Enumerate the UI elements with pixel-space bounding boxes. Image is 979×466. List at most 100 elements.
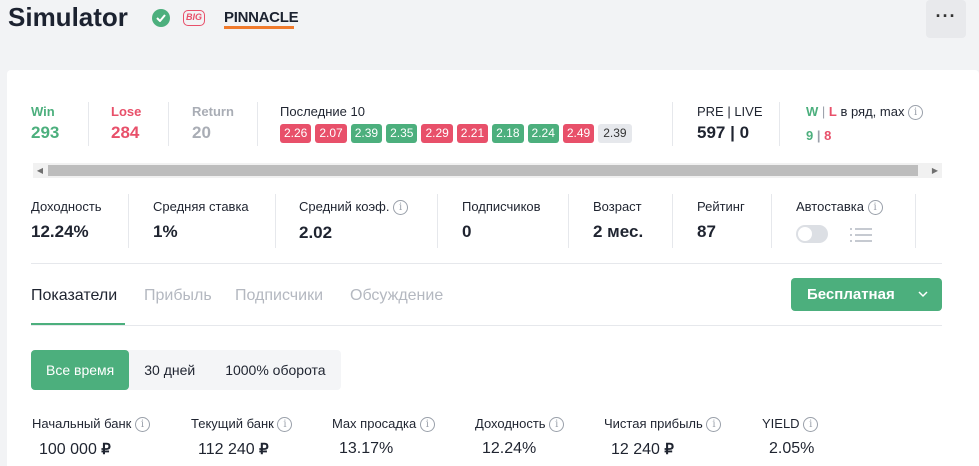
last-bet-chip[interactable]: 2.39 [350, 124, 383, 143]
autobet-toggle[interactable] [796, 225, 828, 243]
info-icon[interactable]: i [549, 417, 565, 433]
divider [771, 194, 772, 248]
last-bet-chip[interactable]: 2.24 [527, 124, 559, 143]
last-bet-chip[interactable]: 2.26 [280, 124, 312, 143]
last-bet-chip[interactable]: 2.18 [492, 124, 524, 143]
section-divider [31, 263, 942, 264]
last-bet-chip[interactable]: 2.21 [456, 124, 489, 143]
net-profit-stat: Чистая прибыль i 12 240 ₽ [604, 416, 722, 459]
lose-label: Lose [111, 104, 142, 119]
stat-value: 12.24% [31, 222, 89, 241]
current-bank-stat: Текущий банк i 112 240 ₽ [191, 416, 293, 459]
divider [437, 194, 438, 248]
stat-label: Доходность i [475, 416, 565, 433]
age-stat: Возраст 2 мес. [593, 199, 643, 242]
divider [257, 102, 258, 146]
return-stat: Return 20 [192, 104, 234, 143]
tab-indicators[interactable]: Показатели [31, 287, 117, 305]
free-subscription-button[interactable]: Бесплатная [791, 278, 942, 311]
return-value: 20 [192, 123, 211, 142]
yield-stat: Доходность 12.24% [31, 199, 102, 242]
scrollbar-thumb[interactable] [48, 165, 918, 176]
last-bet-chip[interactable]: 2.07 [315, 124, 347, 143]
prelive-label: PRE | LIVE [697, 104, 763, 119]
divider [168, 102, 169, 146]
bookmaker-logo-underline [224, 26, 294, 29]
free-button-label: Бесплатная [807, 286, 895, 303]
stat-label: Чистая прибыль i [604, 416, 722, 433]
list-icon[interactable] [850, 226, 872, 244]
divider [275, 194, 276, 248]
last-bet-chip[interactable]: 2.29 [421, 124, 453, 143]
stat-label: Средняя ставка [153, 199, 249, 214]
stat-value: 87 [697, 222, 716, 241]
stat-label: YIELD i [762, 416, 819, 433]
scroll-left-arrow-icon[interactable]: ◀ [33, 163, 47, 178]
tab-discussion[interactable]: Обсуждение [350, 287, 443, 305]
stat-value: 2.05% [769, 440, 815, 458]
last-bet-chip[interactable]: 2.35 [386, 124, 418, 143]
scroll-right-arrow-icon[interactable]: ▶ [928, 163, 942, 178]
yield-bank-stat: Доходность i 12.24% [475, 416, 565, 458]
period-30-days[interactable]: 30 дней [129, 350, 210, 390]
stat-label: Средний коэф. i [299, 199, 409, 216]
stat-value: 2.02 [299, 223, 333, 243]
info-icon[interactable]: i [419, 417, 435, 433]
verified-check-icon [152, 9, 170, 27]
info-icon[interactable]: i [867, 200, 883, 216]
divider [915, 194, 916, 248]
last10-chips: 2.26 2.07 2.39 2.35 2.29 2.21 2.18 2.24 … [280, 124, 632, 143]
info-icon[interactable]: i [393, 200, 409, 216]
last-bet-chip[interactable]: 2.39 [598, 124, 632, 143]
avg-stake-stat: Средняя ставка 1% [153, 199, 249, 242]
max-drawdown-stat: Max просадка i 13.17% [332, 416, 435, 458]
stat-label: Рейтинг [697, 199, 745, 214]
info-icon[interactable]: i [803, 417, 819, 433]
info-icon[interactable]: i [277, 417, 293, 433]
tab-subscribers[interactable]: Подписчики [235, 287, 323, 305]
stat-label: Текущий банк i [191, 416, 293, 433]
period-1000-turnover[interactable]: 1000% оборота [210, 350, 340, 390]
divider [672, 102, 673, 146]
page-title: Simulator [8, 2, 128, 32]
win-value: 293 [31, 123, 60, 142]
stat-label: Начальный банк i [32, 416, 150, 433]
divider [568, 194, 569, 248]
chevron-down-icon [918, 291, 928, 298]
stat-value: 2 мес. [593, 222, 644, 241]
rating-stat: Рейтинг 87 [697, 199, 745, 242]
last-bet-chip[interactable]: 2.49 [562, 124, 595, 143]
period-selector: Все время 30 дней 1000% оборота [31, 350, 341, 390]
info-icon[interactable]: i [134, 417, 150, 433]
stat-value: 12 240 ₽ [611, 441, 674, 459]
divider [672, 194, 673, 248]
stat-label: Возраст [593, 199, 642, 214]
prelive-stat: PRE | LIVE 597 | 0 [697, 104, 763, 143]
stat-value: 13.17% [339, 440, 394, 458]
stat-value: 0 [462, 222, 472, 241]
stats-card: Win 293 Lose 284 Return 20 Последние 10 … [7, 70, 979, 466]
stat-label: Max просадка i [332, 416, 435, 433]
win-stat: Win 293 [31, 104, 59, 143]
divider [779, 102, 780, 146]
stat-label: Автоставка i [796, 199, 883, 216]
more-options-button[interactable]: ··· [926, 0, 966, 38]
stat-label: Подписчиков [462, 199, 541, 214]
divider [88, 102, 89, 146]
bookmaker-logo: PINNACLE [224, 9, 299, 26]
horizontal-scrollbar[interactable]: ◀ ▶ [33, 163, 942, 178]
info-icon[interactable]: i [908, 105, 924, 121]
avg-odds-stat: Средний коэф. i 2.02 [299, 199, 409, 243]
stat-value: 112 240 ₽ [198, 441, 269, 459]
return-label: Return [192, 104, 234, 119]
lose-stat: Lose 284 [111, 104, 141, 143]
info-icon[interactable]: i [706, 417, 722, 433]
streak-label: W | L в ряд, max i [806, 104, 924, 121]
yield-percent-stat: YIELD i 2.05% [762, 416, 819, 458]
tab-profit[interactable]: Прибыль [144, 287, 212, 305]
period-all-time[interactable]: Все время [31, 350, 130, 390]
stat-value: 1% [153, 222, 178, 241]
divider [128, 194, 129, 248]
header: Simulator BIG PINNACLE ··· [0, 0, 979, 40]
last10-label: Последние 10 [280, 104, 365, 119]
